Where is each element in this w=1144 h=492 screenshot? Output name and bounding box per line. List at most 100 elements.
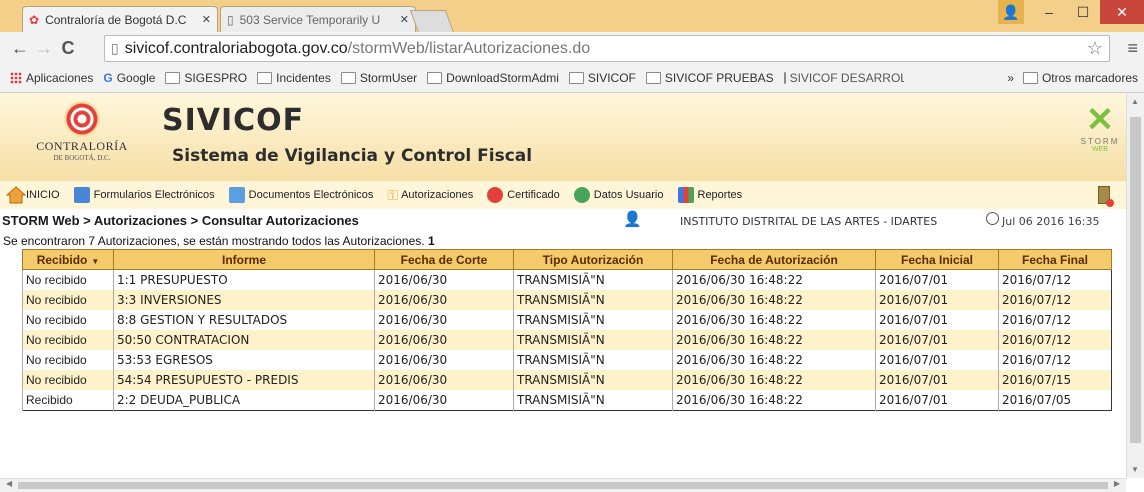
column-header-fecha-autorizacion[interactable]: Fecha de Autorización: [672, 249, 876, 270]
table-row[interactable]: No recibido 3:3 INVERSIONES 2016/06/30 TRAN…: [22, 290, 1112, 310]
menu-autorizaciones[interactable]: ⚿ Autorizaciones: [387, 187, 473, 204]
url-path: /stormWeb/listarAutorizaciones.do: [347, 39, 591, 57]
tab-contraloria[interactable]: ✿ Contraloría de Bogotá D.C ✕: [22, 6, 218, 32]
back-arrow-icon[interactable]: ←: [8, 38, 32, 59]
table-cell: 2016/07/01: [875, 290, 999, 310]
table-row[interactable]: Recibido 2:2 DEUDA_PUBLICA 2016/06/30 TRANS…: [22, 390, 1112, 411]
minimize-icon[interactable]: ‒: [1032, 0, 1066, 24]
new-tab-button[interactable]: [409, 10, 455, 33]
table-cell: 2016/07/05: [998, 390, 1112, 411]
table-cell: 2016/07/01: [875, 390, 999, 411]
column-header-tipo-autorizacion[interactable]: Tipo Autorización: [513, 249, 673, 270]
menu-documentos[interactable]: Documentos Electrónicos: [228, 187, 373, 203]
bookmark-google[interactable]: G Google: [103, 71, 155, 85]
table-cell: TRANSMISIÃ"N: [513, 370, 673, 390]
scroll-right-icon[interactable]: ▶: [1114, 479, 1120, 488]
table-cell: No recibido: [22, 350, 114, 370]
scrollbar-thumb[interactable]: [18, 482, 1108, 489]
bookmark-sivicof-desarrollo[interactable]: SIVICOF DESARROLLO: [783, 71, 904, 85]
app-name: SIVICOF: [162, 103, 305, 138]
table-cell: 53:53 EGRESOS: [113, 350, 375, 370]
bookmark-apps[interactable]: Aplicaciones: [10, 71, 93, 85]
contraloria-logo: CONTRALORÍA DE BOGOTÁ, D.C.: [22, 101, 142, 177]
column-header-informe[interactable]: Informe: [113, 249, 375, 270]
forward-arrow-icon[interactable]: →: [32, 38, 56, 59]
storm-x-icon: ✕: [1085, 101, 1115, 139]
table-cell: 2016/06/30 16:48:22: [672, 350, 876, 370]
scroll-left-icon[interactable]: ◀: [6, 479, 12, 488]
users-icon: [573, 187, 590, 203]
table-cell: 2016/06/30 16:48:22: [672, 370, 876, 390]
bookmark-incidentes[interactable]: Incidentes: [257, 71, 331, 85]
table-row[interactable]: No recibido 53:53 EGRESOS 2016/06/30 TRANSM…: [22, 350, 1112, 370]
close-tab-icon[interactable]: ✕: [202, 13, 211, 26]
table-row[interactable]: No recibido 8:8 GESTION Y RESULTADOS 2016/…: [22, 310, 1112, 330]
menu-datos-usuario[interactable]: Datos Usuario: [573, 187, 664, 203]
menu-formularios[interactable]: Formularios Electrónicos: [73, 187, 215, 203]
column-header-fecha-corte[interactable]: Fecha de Corte: [374, 249, 514, 270]
scrollbar-thumb[interactable]: [1130, 117, 1141, 443]
table-cell: TRANSMISIÃ"N: [513, 330, 673, 350]
menu-inicio[interactable]: INICIO: [0, 186, 60, 204]
tab-503[interactable]: ▯ 503 Service Temporarily U ✕: [220, 6, 416, 32]
table-cell: 2016/07/01: [875, 370, 999, 390]
folder-icon: [1022, 72, 1038, 84]
chrome-menu-icon[interactable]: ≡: [1127, 38, 1138, 59]
table-cell: No recibido: [22, 290, 114, 310]
bookmarks-bar: Aplicaciones G Google SIGESPRO Incidentes…: [0, 64, 1144, 93]
google-icon: G: [103, 71, 113, 85]
maximize-icon[interactable]: ☐: [1066, 0, 1100, 24]
bookmark-star-icon[interactable]: ☆: [1087, 38, 1103, 59]
table-cell: 2016/06/30 16:48:22: [672, 330, 876, 350]
table-cell: 2016/06/30: [374, 310, 514, 330]
more-bookmarks-button[interactable]: »: [1007, 71, 1014, 85]
table-row[interactable]: No recibido 1:1 PRESUPUESTO 2016/06/30 TRAN…: [22, 269, 1112, 290]
other-bookmarks[interactable]: Otros marcadores: [1022, 71, 1138, 85]
table-cell: 2016/06/30: [374, 390, 514, 411]
table-row[interactable]: No recibido 54:54 PRESUPUESTO - PREDIS 201…: [22, 370, 1112, 390]
tab-title: Contraloría de Bogotá D.C: [45, 12, 187, 27]
exit-door-icon[interactable]: [1098, 186, 1114, 207]
browser-toolbar: ← → C ▯ sivicof.contraloriabogota.gov.co…: [0, 32, 1144, 64]
table-cell: 2016/06/30: [374, 290, 514, 310]
bookmark-stormuser[interactable]: StormUser: [340, 71, 417, 85]
home-icon: [6, 186, 26, 204]
scroll-down-icon[interactable]: ▼: [1131, 465, 1139, 474]
column-header-fecha-final[interactable]: Fecha Final: [998, 249, 1112, 270]
table-cell: No recibido: [22, 310, 114, 330]
bookmark-sivicof[interactable]: SIVICOF: [568, 71, 636, 85]
close-tab-icon[interactable]: ✕: [400, 13, 409, 26]
column-header-recibido[interactable]: Recibido ▼: [22, 249, 114, 270]
user-profile-icon[interactable]: 👤: [998, 0, 1024, 24]
results-summary: Se encontraron 7 Autorizaciones, se está…: [3, 234, 435, 248]
page-content: CONTRALORÍA DE BOGOTÁ, D.C. SIVICOF Sist…: [0, 93, 1126, 478]
scroll-up-icon[interactable]: ▲: [1131, 97, 1139, 106]
horizontal-scrollbar[interactable]: ◀ ▶: [0, 478, 1126, 492]
table-cell: 54:54 PRESUPUESTO - PREDIS: [113, 370, 375, 390]
table-cell: 2016/07/12: [998, 350, 1112, 370]
bookmark-downloadstormadmin[interactable]: DownloadStormAdmi: [427, 71, 559, 85]
table-row[interactable]: No recibido 50:50 CONTRATACION 2016/06/30 T…: [22, 330, 1112, 350]
vertical-scrollbar[interactable]: ▲ ▼: [1126, 93, 1144, 478]
address-bar[interactable]: ▯ sivicof.contraloriabogota.gov.co/storm…: [104, 35, 1110, 62]
bookmark-sivicof-pruebas[interactable]: SIVICOF PRUEBAS: [645, 71, 774, 85]
reload-icon[interactable]: C: [56, 38, 80, 59]
authorizations-table: Recibido ▼ Informe Fecha de Corte Tipo Au…: [22, 249, 1112, 411]
favicon-icon: ✿: [29, 12, 40, 27]
table-cell: 8:8 GESTION Y RESULTADOS: [113, 310, 375, 330]
folder-icon: [783, 72, 786, 84]
table-cell: TRANSMISIÃ"N: [513, 310, 673, 330]
forms-icon: [73, 187, 90, 203]
folder-icon: [568, 72, 584, 84]
page-info-icon[interactable]: ▯: [111, 40, 119, 57]
page-number[interactable]: 1: [428, 234, 435, 248]
menu-reportes[interactable]: Reportes: [677, 187, 742, 203]
folder-icon: [257, 72, 273, 84]
bookmark-sigespro[interactable]: SIGESPRO: [165, 71, 247, 85]
close-window-icon[interactable]: ✕: [1100, 0, 1144, 24]
column-header-fecha-inicial[interactable]: Fecha Inicial: [875, 249, 999, 270]
apps-icon: [10, 72, 22, 84]
reports-icon: [677, 187, 694, 203]
menu-certificado[interactable]: Certificado: [487, 187, 560, 203]
table-cell: No recibido: [22, 269, 114, 290]
